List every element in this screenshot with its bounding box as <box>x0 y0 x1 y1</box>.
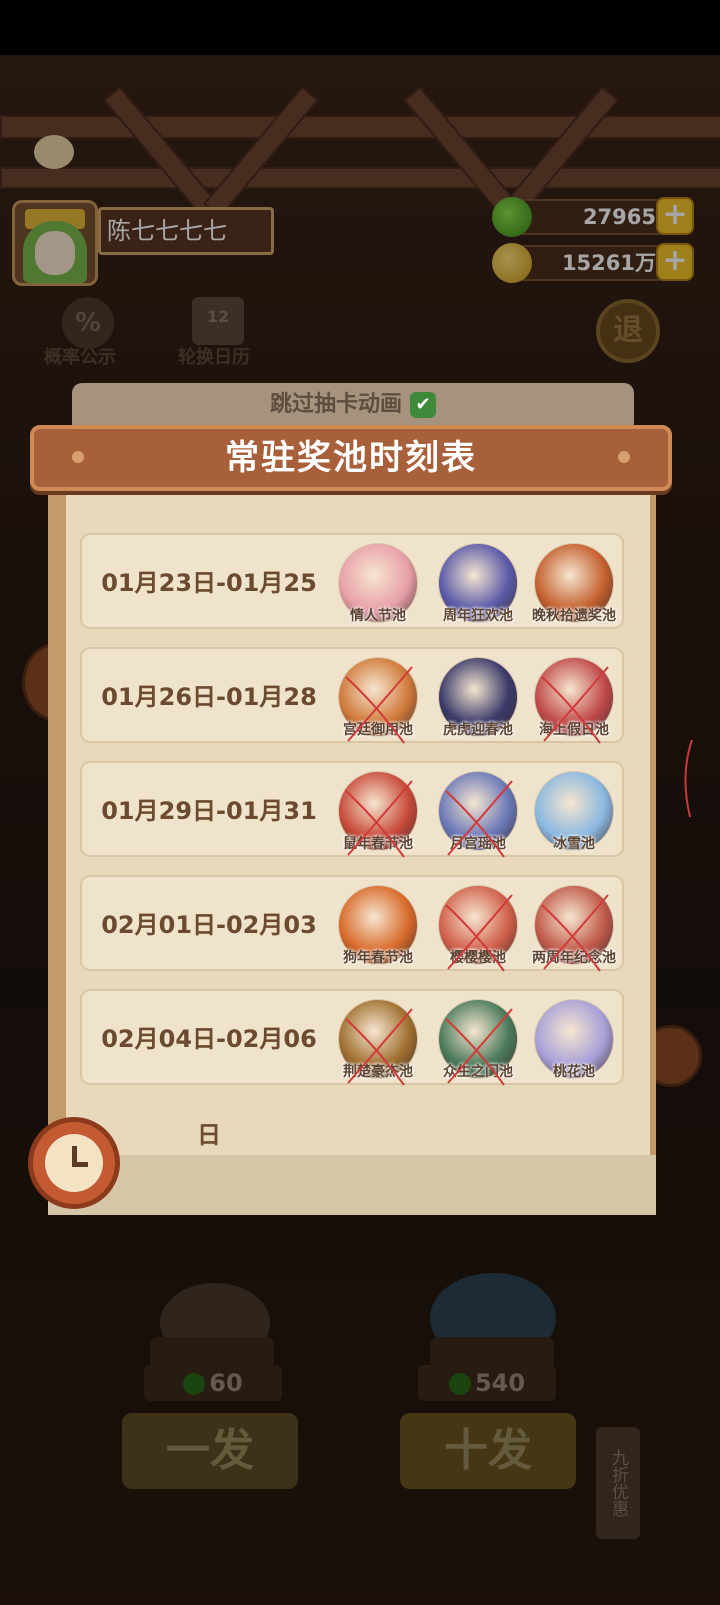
pool-name: 情人节池 <box>350 608 406 624</box>
pool-name: 鼠年春节池 <box>343 836 413 852</box>
pool-name: 狗年春节池 <box>343 950 413 966</box>
pool-item[interactable]: 虎虎迎春池 <box>438 657 518 757</box>
pool-name: 海上假日池 <box>539 722 609 738</box>
schedule-row: 01月23日-01月25日 情人节池 周年狂欢池 晚秋拾遗奖池 <box>80 533 624 693</box>
pool-name: 樱樱樱池 <box>450 950 506 966</box>
pool-name: 晚秋拾遗奖池 <box>532 608 616 624</box>
pool-name: 荆楚豪杰池 <box>343 1064 413 1080</box>
pool-item[interactable]: 冰雪池 <box>534 771 614 871</box>
schedule-date: 01月29日-01月31日 <box>101 797 317 921</box>
pool-item[interactable]: 狗年春节池 <box>338 885 418 985</box>
banner-ornament <box>618 451 630 463</box>
clock-face <box>45 1134 103 1192</box>
checkbox-checked-icon[interactable]: ✔ <box>410 392 436 418</box>
skip-animation-label: 跳过抽卡动画 <box>269 392 402 417</box>
schedule-title: 常驻奖池时刻表 <box>225 438 477 478</box>
pool-item[interactable]: 晚秋拾遗奖池 <box>532 543 616 643</box>
pool-item[interactable]: 众生之门池 <box>438 999 518 1099</box>
pool-item[interactable]: 樱樱樱池 <box>438 885 518 985</box>
pool-name: 冰雪池 <box>553 836 595 852</box>
schedule-row: 02月01日-02月03日 狗年春节池 樱樱樱池 两周年纪念池 <box>80 875 624 1035</box>
pool-item[interactable]: 海上假日池 <box>534 657 614 757</box>
pool-item[interactable]: 月宫瑶池 <box>438 771 518 871</box>
schedule-row: 02月04日-02月06日 荆楚豪杰池 众生之门池 桃花池 <box>80 989 624 1149</box>
pool-item[interactable]: 两周年纪念池 <box>532 885 616 985</box>
pool-item[interactable]: 周年狂欢池 <box>438 543 518 643</box>
pool-name: 月宫瑶池 <box>450 836 506 852</box>
alarm-clock-icon <box>28 1117 120 1209</box>
pool-item[interactable]: 荆楚豪杰池 <box>338 999 418 1099</box>
gacha-screen: 陈七七七七 27965 + 15261万 + % 概率公示 12 轮换日历 退 … <box>0 55 720 1605</box>
pool-name: 众生之门池 <box>443 1064 513 1080</box>
schedule-title-banner: 常驻奖池时刻表 <box>30 425 672 491</box>
pool-item[interactable]: 宫廷御用池 <box>338 657 418 757</box>
banner-ornament <box>72 451 84 463</box>
schedule-row: 01月26日-01月28日 宫廷御用池 虎虎迎春池 海上假日池 <box>80 647 624 807</box>
pool-name: 桃花池 <box>553 1064 595 1080</box>
schedule-date: 02月01日-02月03日 <box>101 911 317 1035</box>
schedule-date: 01月26日-01月28日 <box>101 683 317 807</box>
pool-item[interactable]: 鼠年春节池 <box>338 771 418 871</box>
schedule-date: 02月04日-02月06日 <box>101 1025 317 1149</box>
pool-name: 虎虎迎春池 <box>443 722 513 738</box>
panel-footer <box>48 1155 656 1215</box>
pool-name: 两周年纪念池 <box>532 950 616 966</box>
pool-item[interactable]: 桃花池 <box>534 999 614 1099</box>
pool-name: 周年狂欢池 <box>443 608 513 624</box>
pool-name: 宫廷御用池 <box>343 722 413 738</box>
red-pen-mark <box>684 739 693 818</box>
schedule-row: 01月29日-01月31日 鼠年春节池 月宫瑶池 冰雪池 <box>80 761 624 921</box>
pool-item[interactable]: 情人节池 <box>338 543 418 643</box>
schedule-date: 01月23日-01月25日 <box>101 569 317 693</box>
